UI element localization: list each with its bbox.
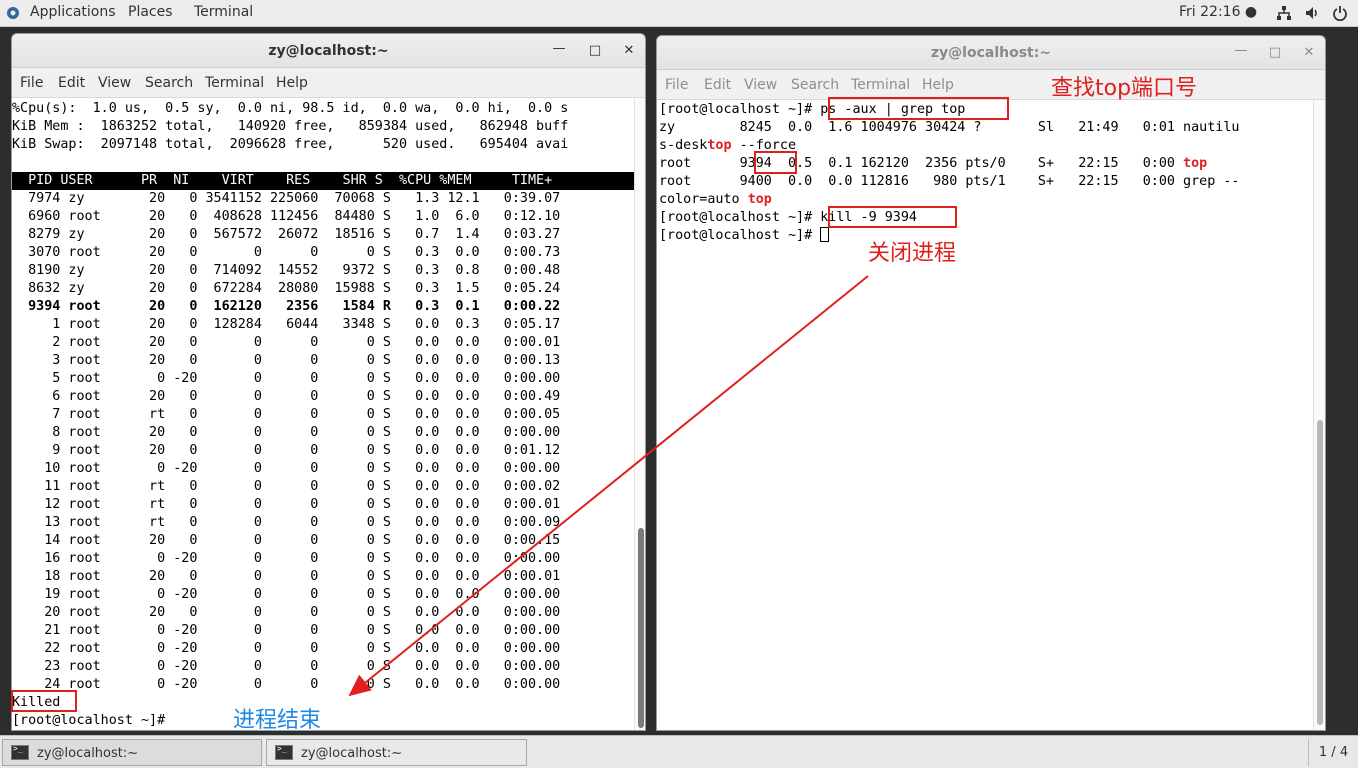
terminal-icon (11, 744, 29, 760)
taskbar: zy@localhost:~ zy@localhost:~ 1 / 4 (0, 735, 1358, 768)
taskbar-item-terminal-2[interactable]: zy@localhost:~ (266, 739, 527, 766)
annotation-arrow (348, 275, 869, 697)
terminal-icon (275, 744, 293, 760)
workspace-pager[interactable]: 1 / 4 (1308, 739, 1358, 766)
taskbar-item-terminal-1[interactable]: zy@localhost:~ (2, 739, 262, 766)
